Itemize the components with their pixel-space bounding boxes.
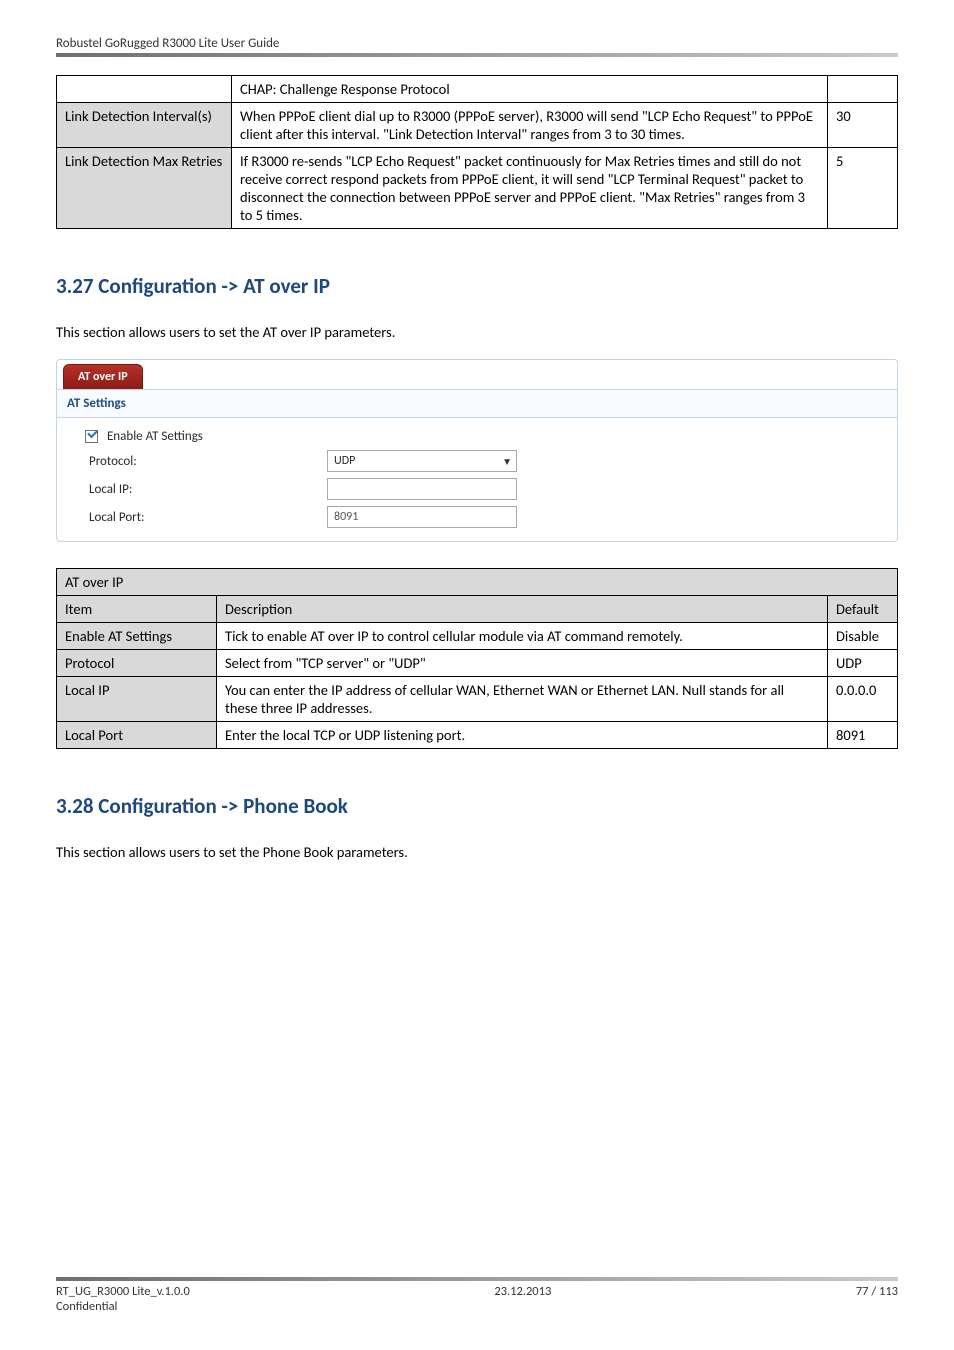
- enable-at-settings-label: Enable AT Settings: [67, 429, 327, 444]
- protocol-select[interactable]: UDP ▼: [327, 450, 517, 472]
- cell-item: Protocol: [57, 650, 217, 677]
- cell-empty: [57, 76, 232, 103]
- cell-item: Enable AT Settings: [57, 623, 217, 650]
- footer-row: RT_UG_R3000 Lite_v.1.0.0 23.12.2013 77 /…: [56, 1284, 898, 1299]
- cell-desc: You can enter the IP address of cellular…: [217, 677, 828, 722]
- table-title: AT over IP: [57, 569, 898, 596]
- table-row: Local Port Enter the local TCP or UDP li…: [57, 722, 898, 749]
- enable-at-settings-text: Enable AT Settings: [107, 429, 203, 444]
- intro-328: This section allows users to set the Pho…: [56, 843, 898, 861]
- table-row: Local IP You can enter the IP address of…: [57, 677, 898, 722]
- row-enable: Enable AT Settings: [67, 426, 887, 447]
- localip-input[interactable]: [327, 478, 517, 500]
- table-row: Protocol Select from "TCP server" or "UD…: [57, 650, 898, 677]
- table-row: Enable AT Settings Tick to enable AT ove…: [57, 623, 898, 650]
- cell-default: Disable: [828, 623, 898, 650]
- protocol-value: UDP: [334, 454, 355, 468]
- localip-label: Local IP:: [67, 482, 327, 497]
- cell-desc: If R3000 re-sends "LCP Echo Request" pac…: [232, 148, 828, 229]
- footer-rule: [56, 1277, 898, 1281]
- table-header-row: Item Description Default: [57, 596, 898, 623]
- cell-default: 30: [828, 103, 898, 148]
- chevron-down-icon: ▼: [502, 455, 512, 468]
- cell-item: Local IP: [57, 677, 217, 722]
- form-grid: Enable AT Settings Protocol: UDP ▼ Local…: [57, 418, 897, 541]
- cell-empty: [828, 76, 898, 103]
- at-over-ip-panel: AT over IP AT Settings Enable AT Setting…: [56, 359, 898, 542]
- table-pppoe-cont: CHAP: Challenge Response Protocol Link D…: [56, 75, 898, 229]
- table-title-row: AT over IP: [57, 569, 898, 596]
- footer-left2: Confidential: [56, 1299, 117, 1314]
- cell-desc: Tick to enable AT over IP to control cel…: [217, 623, 828, 650]
- header-description: Description: [217, 596, 828, 623]
- heading-328: 3.28 Configuration -> Phone Book: [56, 793, 898, 819]
- intro-327: This section allows users to set the AT …: [56, 323, 898, 341]
- enable-at-settings-checkbox[interactable]: [85, 430, 98, 443]
- footer-row2: Confidential: [56, 1299, 898, 1314]
- footer-right: 77 / 113: [856, 1284, 898, 1299]
- table-row: Link Detection Interval(s) When PPPoE cl…: [57, 103, 898, 148]
- footer-center: 23.12.2013: [494, 1284, 551, 1299]
- header-default: Default: [828, 596, 898, 623]
- table-row: CHAP: Challenge Response Protocol: [57, 76, 898, 103]
- localport-input[interactable]: 8091: [327, 506, 517, 528]
- localport-label: Local Port:: [67, 510, 327, 525]
- cell-item: Link Detection Interval(s): [57, 103, 232, 148]
- cell-desc: Select from "TCP server" or "UDP": [217, 650, 828, 677]
- table-at-over-ip: AT over IP Item Description Default Enab…: [56, 568, 898, 749]
- footer-left: RT_UG_R3000 Lite_v.1.0.0: [56, 1284, 190, 1299]
- cell-desc: Enter the local TCP or UDP listening por…: [217, 722, 828, 749]
- cell-desc: When PPPoE client dial up to R3000 (PPPo…: [232, 103, 828, 148]
- cell-default: UDP: [828, 650, 898, 677]
- cell-default: 5: [828, 148, 898, 229]
- header-item: Item: [57, 596, 217, 623]
- tab-at-over-ip[interactable]: AT over IP: [63, 364, 143, 389]
- row-protocol: Protocol: UDP ▼: [67, 447, 887, 475]
- cell-default: 0.0.0.0: [828, 677, 898, 722]
- panel-section-header: AT Settings: [57, 390, 897, 418]
- footer: RT_UG_R3000 Lite_v.1.0.0 23.12.2013 77 /…: [56, 1277, 898, 1314]
- cell-default: 8091: [828, 722, 898, 749]
- tab-row: AT over IP: [57, 360, 897, 390]
- row-localip: Local IP:: [67, 475, 887, 503]
- doc-header: Robustel GoRugged R3000 Lite User Guide: [56, 36, 898, 51]
- cell-item: Local Port: [57, 722, 217, 749]
- cell-desc: CHAP: Challenge Response Protocol: [232, 76, 828, 103]
- row-localport: Local Port: 8091: [67, 503, 887, 531]
- heading-327: 3.27 Configuration -> AT over IP: [56, 273, 898, 299]
- cell-item: Link Detection Max Retries: [57, 148, 232, 229]
- table-row: Link Detection Max Retries If R3000 re-s…: [57, 148, 898, 229]
- protocol-label: Protocol:: [67, 454, 327, 469]
- header-rule: [56, 53, 898, 57]
